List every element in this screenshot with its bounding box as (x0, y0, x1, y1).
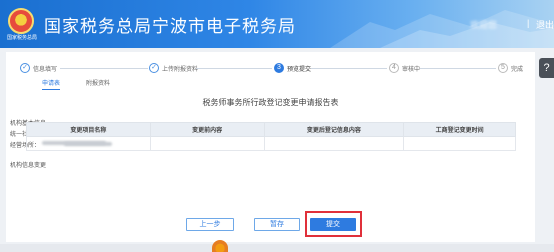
item-name-redacted (64, 141, 113, 146)
step-under-review: 4 审核中 (389, 62, 420, 74)
column-header: 工商登记变更时间 (403, 122, 516, 137)
table-row (26, 136, 516, 151)
step-connector (311, 68, 387, 69)
save-draft-button[interactable]: 暂存 (254, 218, 300, 231)
column-header: 变更前内容 (149, 122, 265, 137)
step-number: 3 (274, 63, 284, 73)
tax-bureau-emblem-icon (8, 8, 34, 34)
header-banner: 国家税务总局 国家税务总局宁波市电子税务局 欢迎您 | 退出 (0, 0, 554, 48)
step-label: 信息填写 (33, 66, 58, 73)
tab-attachments[interactable]: 附报资料 (86, 78, 110, 89)
step-fill-info: ✓ 信息填写 (20, 62, 57, 74)
change-items-table: 变更项目名称 变更前内容 变更后登记信息内容 工商登记变更时间 (26, 122, 516, 151)
form-title: 税务师事务所行政登记变更申请报告表 (202, 98, 339, 107)
table-cell (263, 136, 405, 151)
table-cell (403, 136, 516, 151)
column-header: 变更后登记信息内容 (263, 122, 405, 137)
step-number: 4 (389, 63, 399, 73)
step-connector (420, 68, 496, 69)
step-complete: 5 完成 (498, 62, 523, 74)
footer-emblem-icon (212, 240, 228, 252)
step-connector (60, 68, 148, 69)
table-cell (26, 136, 151, 151)
step-number: 5 (498, 63, 508, 73)
help-button[interactable]: ? (539, 58, 554, 78)
step-preview-submit: 3 预览提交 (274, 62, 311, 74)
header-separator: | (527, 18, 530, 28)
step-label: 上传附报资料 (162, 66, 199, 73)
footer (0, 244, 554, 252)
site-title: 国家税务总局宁波市电子税务局 (44, 17, 296, 36)
step-label: 完成 (511, 66, 524, 73)
section-heading-change-info: 机构信息变更 (10, 163, 47, 169)
check-icon: ✓ (149, 63, 159, 73)
step-label: 审核中 (402, 66, 421, 73)
logout-link[interactable]: 退出 (536, 18, 554, 31)
user-name[interactable]: 欢迎您 (470, 18, 497, 31)
table-header-row: 变更项目名称 变更前内容 变更后登记信息内容 工商登记变更时间 (26, 122, 516, 137)
column-header: 变更项目名称 (26, 122, 151, 137)
step-connector (196, 68, 272, 69)
step-label: 预览提交 (287, 66, 312, 73)
tab-application-form[interactable]: 申请表 (42, 78, 61, 90)
submit-highlight-box (305, 211, 362, 237)
previous-step-button[interactable]: 上一步 (186, 218, 234, 231)
table-cell (149, 136, 265, 151)
logo-caption: 国家税务总局 (6, 35, 37, 41)
check-icon: ✓ (20, 63, 30, 73)
step-upload: ✓ 上传附报资料 (149, 62, 198, 74)
